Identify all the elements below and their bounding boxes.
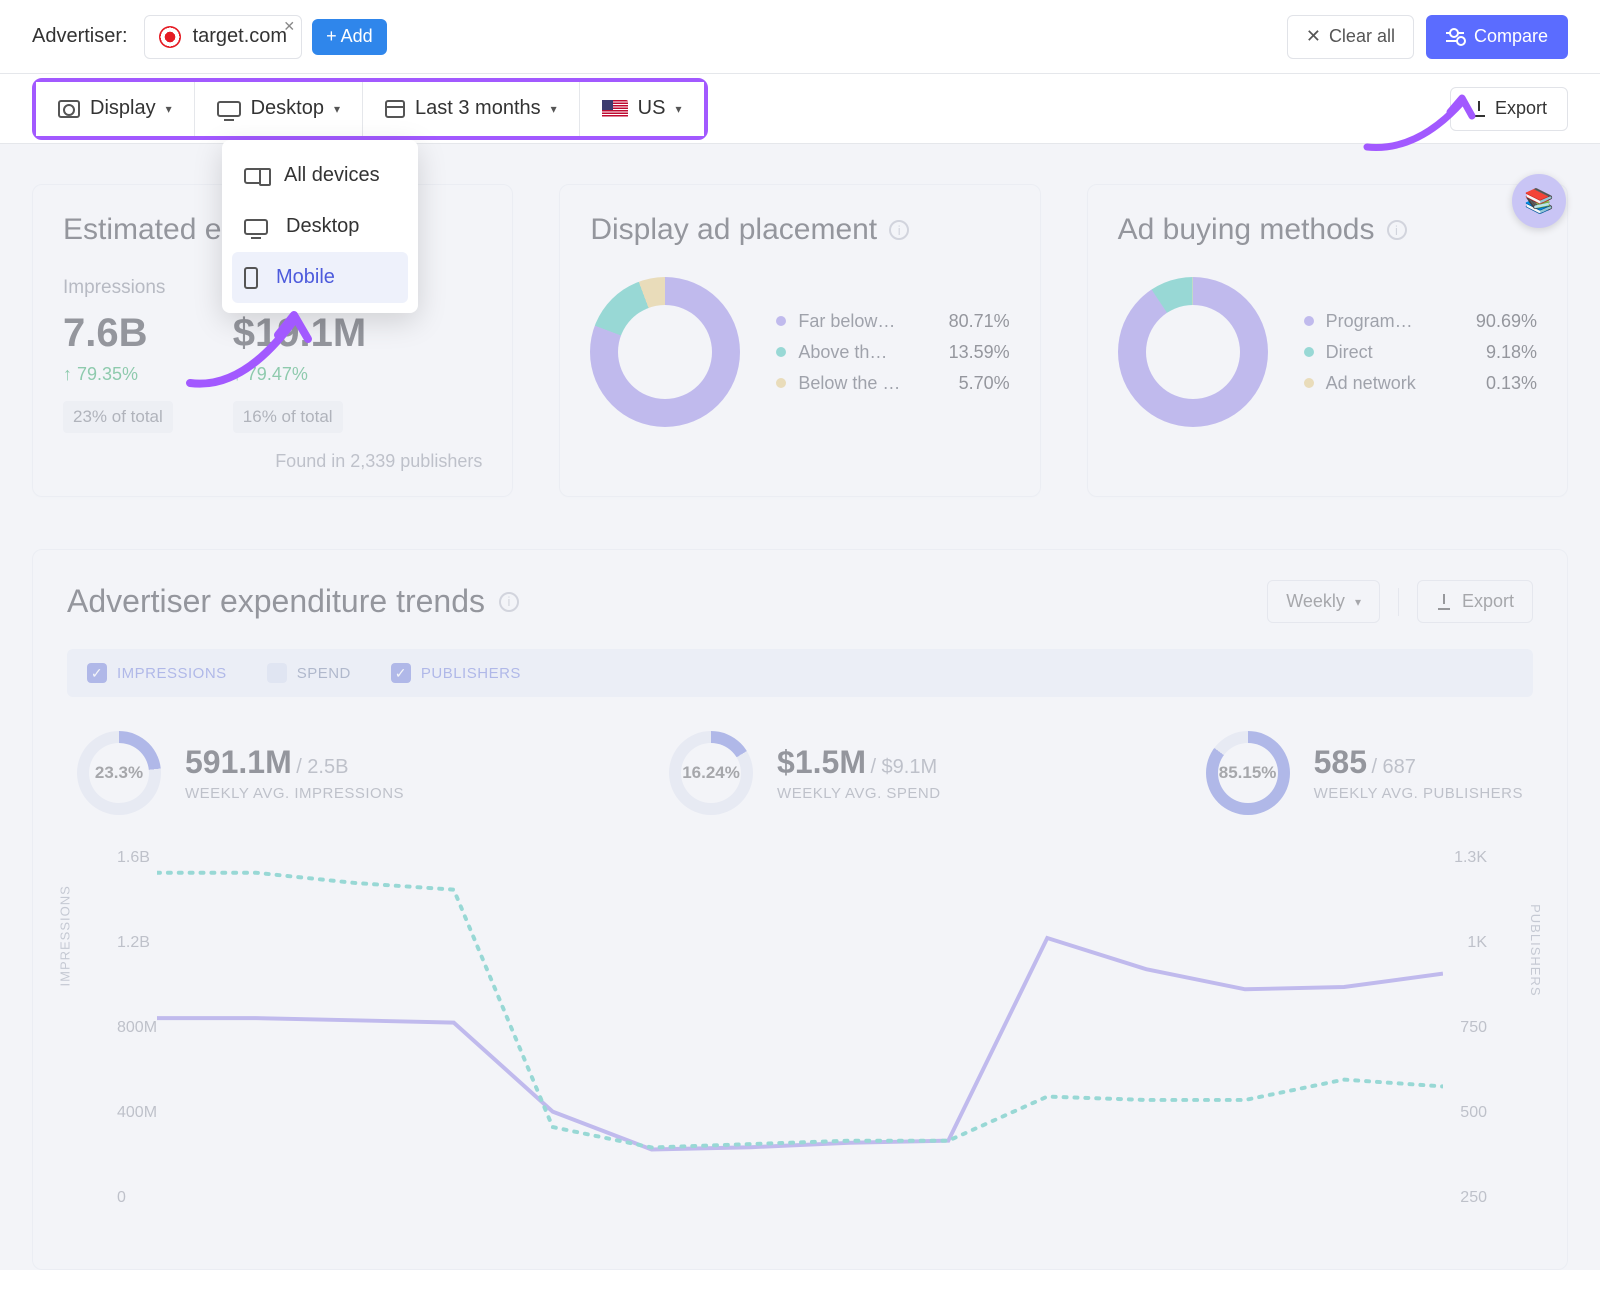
export-button[interactable]: Export bbox=[1450, 87, 1568, 131]
desktop-icon bbox=[244, 219, 268, 235]
card-title: Estimated e bbox=[63, 213, 221, 247]
found-publishers-note: Found in 2,339 publishers bbox=[63, 451, 482, 472]
legend-row: Ad network0.13% bbox=[1304, 373, 1537, 394]
y-axis-left-label: IMPRESSIONS bbox=[58, 885, 73, 986]
sliders-icon bbox=[1446, 30, 1464, 44]
advertiser-label: Advertiser: bbox=[32, 25, 128, 48]
ad-type-filter[interactable]: Display ▾ bbox=[36, 82, 195, 136]
card-title: Ad buying methods bbox=[1118, 213, 1375, 247]
spend-growth: 79.47% bbox=[233, 364, 366, 385]
image-icon bbox=[58, 100, 80, 118]
filter-group-highlight: Display ▾ Desktop ▾ Last 3 months ▾ US ▾ bbox=[32, 78, 708, 140]
device-option-all[interactable]: All devices bbox=[232, 150, 408, 201]
legend-row: Direct9.18% bbox=[1304, 342, 1537, 363]
remove-advertiser-icon[interactable]: ✕ bbox=[283, 18, 295, 35]
advertiser-domain: target.com bbox=[193, 25, 287, 48]
toggle-impressions[interactable]: ✓IMPRESSIONS bbox=[87, 663, 227, 683]
buying-donut-chart bbox=[1118, 277, 1268, 427]
calendar-icon bbox=[385, 100, 405, 118]
us-flag-icon bbox=[602, 100, 628, 118]
clear-all-button[interactable]: ✕ Clear all bbox=[1287, 15, 1414, 59]
target-logo-icon bbox=[159, 26, 181, 48]
info-icon[interactable]: i bbox=[889, 220, 909, 240]
mobile-icon bbox=[244, 267, 258, 289]
device-dropdown: All devices Desktop Mobile bbox=[222, 140, 418, 313]
spend-share: 16% of total bbox=[233, 401, 343, 433]
chevron-down-icon: ▾ bbox=[334, 102, 340, 116]
chevron-down-icon: ▾ bbox=[1355, 595, 1361, 609]
trends-export-button[interactable]: Export bbox=[1417, 580, 1533, 623]
floating-action-button[interactable]: 📚 bbox=[1512, 174, 1566, 228]
placement-donut-chart bbox=[590, 277, 740, 427]
spend-value: $19.1M bbox=[233, 311, 366, 356]
trends-panel: Advertiser expenditure trends i Weekly ▾… bbox=[32, 549, 1568, 1270]
trends-title: Advertiser expenditure trends bbox=[67, 583, 485, 620]
card-title: Display ad placement bbox=[590, 213, 877, 247]
country-filter[interactable]: US ▾ bbox=[580, 82, 704, 136]
chevron-down-icon: ▾ bbox=[551, 102, 557, 116]
impressions-growth: 79.35% bbox=[63, 364, 173, 385]
trends-chart: IMPRESSIONS PUBLISHERS 1.6B1.3K1.2B1K800… bbox=[67, 839, 1533, 1239]
desktop-icon bbox=[217, 101, 241, 117]
period-filter[interactable]: Last 3 months ▾ bbox=[363, 82, 580, 136]
legend-row: Below the …5.70% bbox=[776, 373, 1009, 394]
close-icon: ✕ bbox=[1306, 26, 1321, 47]
chevron-down-icon: ▾ bbox=[675, 102, 681, 116]
compare-button[interactable]: Compare bbox=[1426, 15, 1568, 59]
buying-legend: Program…90.69% Direct9.18% Ad network0.13% bbox=[1304, 301, 1537, 404]
legend-row: Above th…13.59% bbox=[776, 342, 1009, 363]
impressions-value: 7.6B bbox=[63, 311, 173, 356]
download-icon bbox=[1471, 101, 1487, 117]
chevron-down-icon: ▾ bbox=[166, 102, 172, 116]
card-buying-methods: Ad buying methods i Program…90.69% Direct… bbox=[1087, 184, 1568, 497]
device-option-mobile[interactable]: Mobile bbox=[232, 252, 408, 303]
advertiser-chip[interactable]: target.com ✕ bbox=[144, 15, 302, 59]
all-devices-icon bbox=[244, 168, 266, 184]
card-ad-placement: Display ad placement i Far below…80.71% A… bbox=[559, 184, 1040, 497]
y-axis-right-label: PUBLISHERS bbox=[1528, 904, 1543, 996]
info-icon[interactable]: i bbox=[1387, 220, 1407, 240]
toggle-publishers[interactable]: ✓PUBLISHERS bbox=[391, 663, 521, 683]
impressions-share: 23% of total bbox=[63, 401, 173, 433]
device-filter[interactable]: Desktop ▾ bbox=[195, 82, 363, 136]
legend-row: Far below…80.71% bbox=[776, 311, 1009, 332]
legend-row: Program…90.69% bbox=[1304, 311, 1537, 332]
trends-period-select[interactable]: Weekly ▾ bbox=[1267, 580, 1380, 623]
info-icon[interactable]: i bbox=[499, 592, 519, 612]
device-option-desktop[interactable]: Desktop bbox=[232, 201, 408, 252]
series-toggle-bar: ✓IMPRESSIONS SPEND ✓PUBLISHERS bbox=[67, 649, 1533, 697]
impressions-label: Impressions bbox=[63, 277, 173, 299]
placement-legend: Far below…80.71% Above th…13.59% Below the… bbox=[776, 301, 1009, 404]
toggle-spend[interactable]: SPEND bbox=[267, 663, 351, 683]
weekly-averages-row: 23.3% 591.1M / 2.5BWEEKLY AVG. IMPRESSIO… bbox=[67, 731, 1533, 815]
add-advertiser-button[interactable]: + Add bbox=[312, 19, 387, 55]
download-icon bbox=[1436, 594, 1452, 610]
